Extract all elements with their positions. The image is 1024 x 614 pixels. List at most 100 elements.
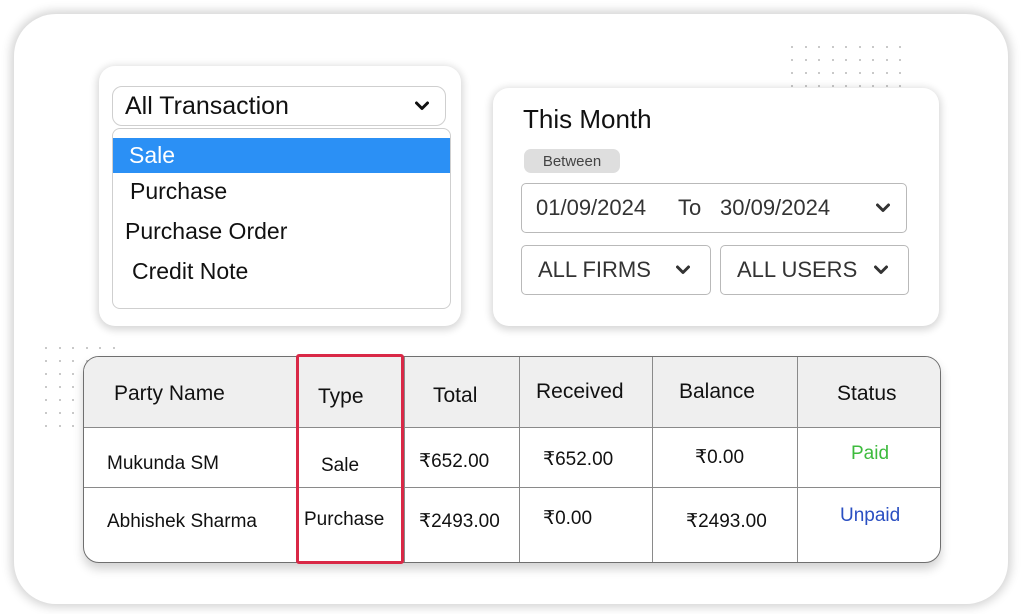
- decorative-dot: [40, 394, 53, 407]
- to-label: To: [678, 195, 702, 220]
- decorative-dot: [854, 41, 867, 54]
- header-type[interactable]: Type: [318, 385, 364, 409]
- column-divider: [652, 357, 653, 562]
- cell-type: Sale: [321, 455, 360, 476]
- decorative-dot: [54, 394, 67, 407]
- chevron-down-icon[interactable]: [415, 99, 429, 113]
- decorative-dot: [54, 368, 67, 381]
- decorative-dot: [54, 355, 67, 368]
- decorative-dot: [108, 342, 121, 355]
- option-purchase[interactable]: Purchase: [113, 173, 450, 211]
- header-balance[interactable]: Balance: [679, 380, 755, 404]
- decorative-dot: [40, 381, 53, 394]
- decorative-dot: [840, 67, 853, 80]
- transaction-type-selected-label: All Transaction: [125, 91, 289, 120]
- column-divider: [519, 357, 520, 562]
- decorative-dot: [40, 420, 53, 433]
- decorative-dot: [67, 355, 80, 368]
- header-received[interactable]: Received: [536, 380, 624, 404]
- decorative-dot: [67, 420, 80, 433]
- date-filter-card: This Month Between 01/09/2024 To 30/09/2…: [493, 88, 939, 326]
- cell-balance: ₹2493.00: [686, 511, 767, 532]
- decorative-dot: [827, 54, 840, 67]
- decorative-dot: [840, 41, 853, 54]
- option-credit-note[interactable]: Credit Note: [113, 251, 450, 291]
- decorative-dot: [786, 41, 799, 54]
- decorative-dot: [867, 41, 880, 54]
- decorative-dot: [854, 67, 867, 80]
- firms-select[interactable]: ALL FIRMS: [521, 245, 711, 295]
- cell-party-name: Abhishek Sharma: [107, 511, 257, 532]
- firms-select-label: ALL FIRMS: [538, 257, 651, 282]
- decorative-dot: [854, 54, 867, 67]
- option-purchase-order[interactable]: Purchase Order: [113, 211, 450, 251]
- header-total[interactable]: Total: [433, 384, 477, 408]
- decorative-dot: [40, 342, 53, 355]
- period-title[interactable]: This Month: [523, 104, 652, 135]
- decorative-dot: [40, 368, 53, 381]
- decorative-dot: [827, 67, 840, 80]
- decorative-dot: [867, 54, 880, 67]
- decorative-dot: [813, 41, 826, 54]
- cell-type: Purchase: [304, 509, 385, 530]
- decorative-dot: [800, 67, 813, 80]
- decorative-dot: [67, 381, 80, 394]
- decorative-dot-grid-top: [786, 41, 908, 93]
- decorative-dot: [894, 67, 907, 80]
- cell-party-name: Mukunda SM: [107, 453, 219, 474]
- decorative-dot: [840, 54, 853, 67]
- decorative-dot: [813, 54, 826, 67]
- decorative-dot: [881, 54, 894, 67]
- decorative-dot: [67, 342, 80, 355]
- date-range-picker[interactable]: 01/09/2024 To 30/09/2024: [521, 183, 907, 233]
- column-divider: [797, 357, 798, 562]
- cell-total: ₹652.00: [419, 451, 490, 472]
- cell-received: ₹652.00: [543, 449, 614, 470]
- decorative-dot: [40, 407, 53, 420]
- decorative-dot: [894, 41, 907, 54]
- option-sale[interactable]: Sale: [113, 138, 450, 173]
- row-divider: [84, 487, 940, 488]
- decorative-dot: [94, 342, 107, 355]
- decorative-dot: [813, 67, 826, 80]
- column-divider: [404, 357, 405, 562]
- transaction-type-select[interactable]: All Transaction: [112, 86, 446, 126]
- range-mode-badge: Between: [524, 149, 620, 173]
- header-party-name[interactable]: Party Name: [114, 382, 225, 406]
- decorative-dot: [67, 407, 80, 420]
- chevron-down-icon[interactable]: [676, 263, 690, 277]
- transaction-filter-card: All Transaction Sale Purchase Purchase O…: [99, 66, 461, 326]
- decorative-dot: [800, 41, 813, 54]
- decorative-dot: [867, 67, 880, 80]
- decorative-dot: [800, 54, 813, 67]
- chevron-down-icon[interactable]: [876, 201, 890, 215]
- from-date[interactable]: 01/09/2024: [536, 195, 660, 221]
- decorative-dot: [54, 420, 67, 433]
- decorative-dot: [54, 342, 67, 355]
- decorative-dot: [54, 407, 67, 420]
- transactions-table: Party Name Type Total Received Balance S…: [83, 356, 941, 563]
- cell-balance: ₹0.00: [695, 447, 745, 468]
- header-status[interactable]: Status: [837, 382, 897, 406]
- decorative-dot: [40, 355, 53, 368]
- status-badge: Paid: [851, 443, 890, 464]
- cell-received: ₹0.00: [543, 508, 593, 529]
- decorative-dot: [827, 41, 840, 54]
- decorative-dot: [54, 381, 67, 394]
- users-select-label: ALL USERS: [737, 257, 858, 282]
- column-divider: [296, 357, 297, 562]
- decorative-dot: [881, 41, 894, 54]
- decorative-dot: [881, 67, 894, 80]
- chevron-down-icon[interactable]: [874, 263, 888, 277]
- decorative-dot: [786, 54, 799, 67]
- status-badge: Unpaid: [840, 505, 901, 526]
- decorative-dot: [894, 54, 907, 67]
- cell-total: ₹2493.00: [419, 511, 500, 532]
- decorative-dot: [67, 394, 80, 407]
- decorative-dot: [81, 342, 94, 355]
- transaction-type-options-list: Sale Purchase Purchase Order Credit Note: [112, 128, 451, 309]
- to-date[interactable]: 30/09/2024: [720, 195, 876, 221]
- decorative-dot: [67, 368, 80, 381]
- decorative-dot: [786, 67, 799, 80]
- users-select[interactable]: ALL USERS: [720, 245, 909, 295]
